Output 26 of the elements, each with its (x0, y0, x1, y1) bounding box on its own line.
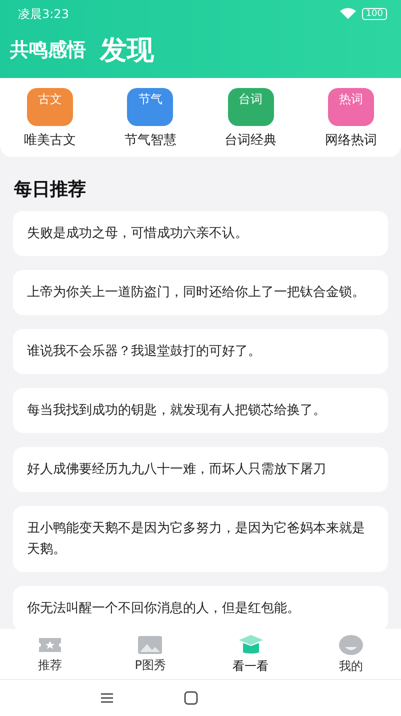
category-label[interactable]: 网络热词 (324, 131, 377, 149)
tab[interactable]: 推荐 (15, 629, 86, 679)
graduation-cap-icon (238, 634, 264, 656)
status-time: 凌晨3:23 (18, 6, 69, 22)
face-icon (338, 634, 364, 656)
section-title: 每日推荐 (13, 178, 87, 202)
category-label[interactable]: 唯美古文 (24, 131, 76, 149)
quote-card[interactable]: 丑小鸭能变天鹅不是因为它多努力，是因为它爸妈本来就是天鹅。 (13, 506, 388, 572)
tab[interactable]: 看一看 (216, 629, 286, 679)
menu-icon[interactable] (100, 692, 114, 704)
quote-card[interactable]: 每当我找到成功的钥匙，就发现有人把锁芯给换了。 (13, 388, 388, 433)
battery-level: 100 (362, 8, 387, 20)
category-label[interactable]: 台词经典 (224, 131, 277, 149)
app-name: 共鸣感悟 (10, 38, 86, 63)
image-icon (137, 634, 164, 654)
quote-card[interactable]: 失败是成功之母，可惜成功六亲不认。 (13, 211, 388, 256)
quote-card[interactable]: 你无法叫醒一个不回你消息的人，但是红包能。 (13, 586, 388, 629)
wifi-icon (340, 8, 356, 20)
home-icon[interactable] (184, 691, 198, 705)
tab[interactable]: 我的 (316, 629, 386, 679)
category-label[interactable]: 节气智慧 (124, 131, 176, 149)
quote-card[interactable]: 好人成佛要经历九九八十一难，而坏人只需放下屠刀 (13, 447, 388, 492)
quote-card[interactable]: 谁说我不会乐器？我退堂鼓打的可好了。 (13, 329, 388, 374)
quote-card[interactable]: 上帝为你关上一道防盗门，同时还给你上了一把钛合金锁。 (13, 270, 388, 315)
tab[interactable]: P图秀 (115, 629, 186, 679)
page-title: 发现 (100, 34, 154, 68)
